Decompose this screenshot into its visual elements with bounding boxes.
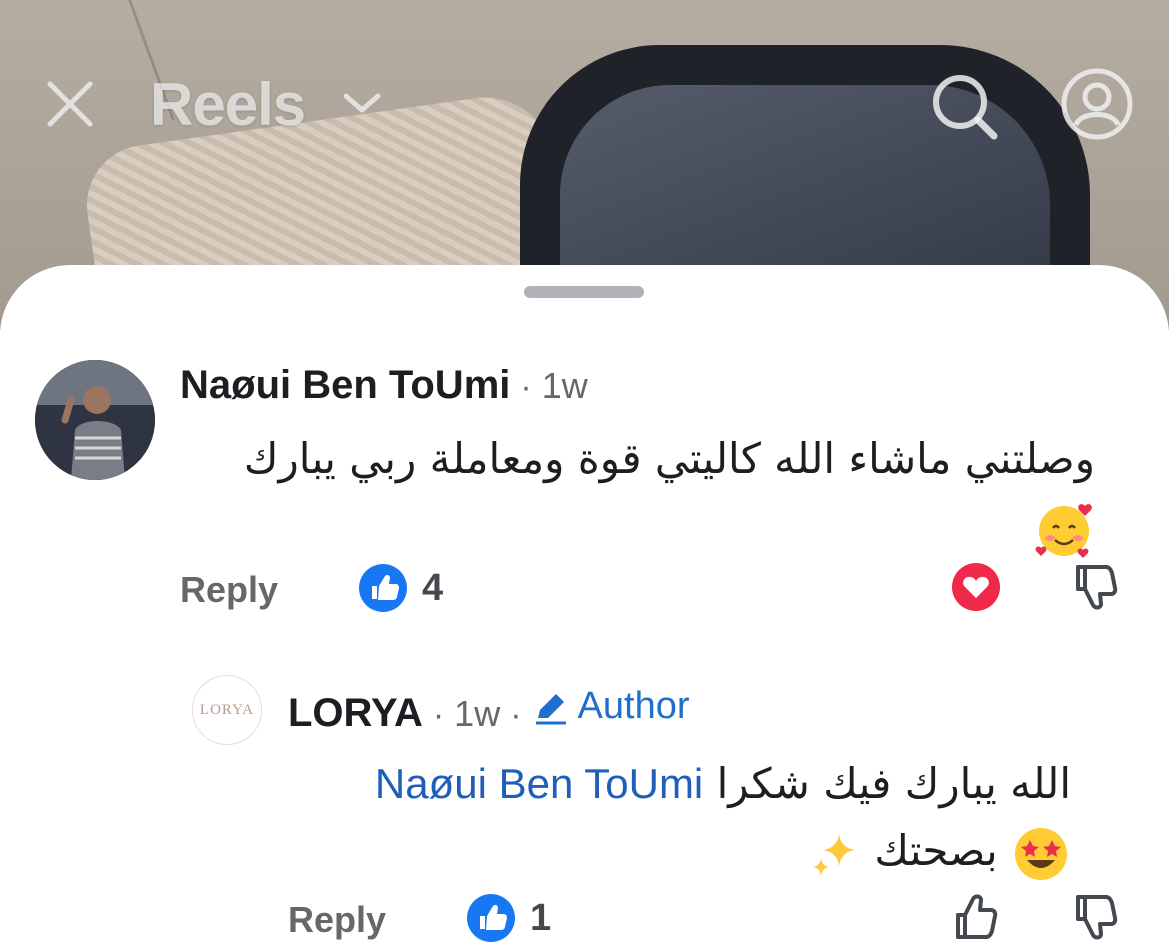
chevron-down-icon[interactable] (340, 88, 384, 118)
dislike-icon[interactable] (1072, 891, 1120, 943)
comment-header: LORYA · 1w · Author (288, 685, 690, 736)
search-icon[interactable] (930, 72, 1000, 142)
comment-body: الله يبارك فيك شكرا Naøui Ben ToUmi بصحت… (288, 750, 1071, 884)
like-count[interactable]: 1 (466, 893, 551, 943)
reels-title[interactable]: Reels (150, 70, 306, 139)
person-photo (35, 360, 155, 480)
comment-text: بصحتك (874, 826, 998, 876)
profile-icon[interactable] (1060, 67, 1134, 141)
pencil-icon (535, 693, 566, 724)
heart-reaction-icon[interactable] (950, 561, 1002, 613)
avatar[interactable]: LORYA (192, 675, 262, 745)
smiling-face-with-hearts-emoji (1035, 503, 1092, 558)
dislike-icon[interactable] (1072, 561, 1120, 613)
reply-button[interactable]: Reply (180, 569, 278, 611)
comment-body: وصلتني ماشاء الله كاليتي قوة ومعاملة ربي… (180, 425, 1095, 560)
like-icon[interactable] (952, 891, 1000, 943)
separator-dot: · (510, 695, 522, 734)
reply-button[interactable]: Reply (288, 899, 386, 941)
like-count-value: 1 (530, 896, 552, 939)
mention-link[interactable]: Naøui Ben ToUmi (375, 760, 703, 807)
avatar-logo-text: LORYA (199, 701, 255, 718)
avatar[interactable] (35, 360, 155, 480)
like-count[interactable]: 4 (358, 563, 443, 613)
comments-sheet: Naøui Ben ToUmi · 1w وصلتني ماشاء الله ك… (0, 265, 1169, 946)
comment-text: الله يبارك فيك شكرا (716, 759, 1071, 808)
comment-timestamp[interactable]: 1w (454, 693, 500, 735)
like-badge-icon (467, 894, 515, 942)
separator-dot: · (432, 695, 445, 734)
sheet-drag-handle[interactable] (524, 286, 644, 298)
sparkles-emoji (812, 833, 855, 876)
like-badge-icon (359, 564, 407, 612)
close-icon[interactable] (44, 78, 96, 130)
comment-timestamp[interactable]: 1w (542, 365, 588, 407)
comment-author[interactable]: LORYA (288, 691, 423, 736)
author-badge-label: Author (577, 685, 690, 727)
separator-dot: · (520, 368, 532, 406)
comment-header: Naøui Ben ToUmi · 1w (180, 363, 588, 408)
star-struck-emoji (1015, 827, 1067, 880)
like-count-value: 4 (422, 566, 444, 609)
author-badge: Author (532, 685, 690, 728)
comment-author[interactable]: Naøui Ben ToUmi (180, 363, 510, 408)
comment-text: وصلتني ماشاء الله كاليتي قوة ومعاملة ربي… (243, 434, 1095, 483)
